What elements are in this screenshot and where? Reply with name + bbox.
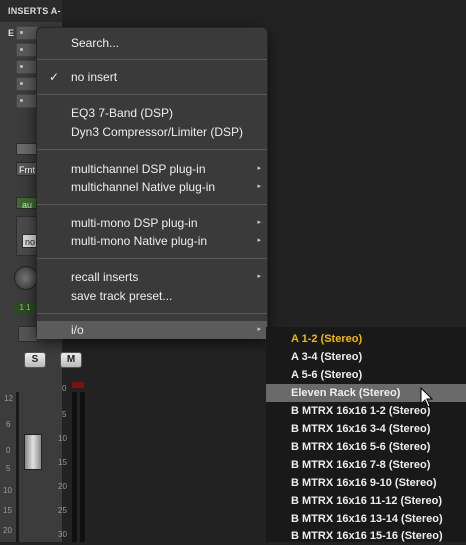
submenu-arrow-icon: ▸ <box>257 237 261 244</box>
automation-button[interactable]: au <box>16 197 38 210</box>
menu-item-label: multichannel DSP plug-in <box>71 162 206 176</box>
menu-separator <box>37 149 267 150</box>
submenu-arrow-icon: ▸ <box>257 273 261 280</box>
output-frnt-button[interactable]: Frnt <box>16 162 38 176</box>
submenu-arrow-icon: ▸ <box>257 326 261 333</box>
insert-slot-e[interactable] <box>16 94 38 108</box>
fader-scale-label: 5 <box>6 464 11 473</box>
fader-scale-label: 15 <box>3 506 12 515</box>
submenu-arrow-icon: ▸ <box>257 183 261 190</box>
menu-item-multichannel-dsp[interactable]: multichannel DSP plug-in ▸ <box>37 160 267 178</box>
menu-item-label: no insert <box>71 70 118 84</box>
insert-popup-menu: Search... ✓ no insert EQ3 7-Band (DSP) D… <box>36 27 268 339</box>
input-monitor-label: 1 1 <box>14 302 36 314</box>
io-item-b-mtrx-3-4[interactable]: B MTRX 16x16 3-4 (Stereo) <box>266 420 466 438</box>
menu-separator <box>37 258 267 259</box>
menu-item-multimono-native[interactable]: multi-mono Native plug-in ▸ <box>37 232 267 250</box>
menu-separator <box>37 313 267 314</box>
meter-scale-label: 0 <box>62 384 67 393</box>
io-item-b-mtrx-13-14[interactable]: B MTRX 16x16 13-14 (Stereo) <box>266 510 466 528</box>
fader-scale-label: 10 <box>3 486 12 495</box>
io-item-eleven-rack[interactable]: Eleven Rack (Stereo) <box>266 384 466 402</box>
menu-item-io[interactable]: i/o ▸ <box>37 321 267 339</box>
menu-item-label: i/o <box>71 323 84 337</box>
insert-slot-a[interactable] <box>16 26 38 40</box>
io-item-a-3-4[interactable]: A 3-4 (Stereo) <box>266 348 466 366</box>
menu-item-save-track-preset[interactable]: save track preset... <box>37 287 267 305</box>
menu-item-multichannel-native[interactable]: multichannel Native plug-in ▸ <box>37 178 267 196</box>
mute-button[interactable]: M <box>60 352 82 368</box>
fader-scale-label: 6 <box>6 420 11 429</box>
meter-scale-label: 25 <box>58 506 67 515</box>
menu-item-search[interactable]: Search... <box>37 34 267 52</box>
io-item-b-mtrx-1-2[interactable]: B MTRX 16x16 1-2 (Stereo) <box>266 402 466 420</box>
menu-item-label: multi-mono DSP plug-in <box>71 216 198 230</box>
level-meter-left <box>72 392 77 542</box>
menu-item-recall-inserts[interactable]: recall inserts ▸ <box>37 268 267 286</box>
io-item-a-5-6[interactable]: A 5-6 (Stereo) <box>266 366 466 384</box>
menu-item-dyn3[interactable]: Dyn3 Compressor/Limiter (DSP) <box>37 123 267 141</box>
meter-scale-label: 10 <box>58 434 67 443</box>
io-item-a-1-2[interactable]: A 1-2 (Stereo) <box>266 330 466 348</box>
volume-fader[interactable] <box>24 434 42 470</box>
solo-button[interactable]: S <box>24 352 46 368</box>
menu-item-label: multichannel Native plug-in <box>71 180 216 194</box>
meter-scale-label: 5 <box>62 410 67 419</box>
insert-slot-d[interactable] <box>16 77 38 91</box>
menu-separator <box>37 94 267 95</box>
meter-scale-label: 30 <box>58 530 67 539</box>
io-item-b-mtrx-5-6[interactable]: B MTRX 16x16 5-6 (Stereo) <box>266 438 466 456</box>
fader-track <box>16 392 19 542</box>
insert-slot-c[interactable] <box>16 60 38 74</box>
fader-scale-label: 12 <box>4 394 13 403</box>
send-slot[interactable] <box>16 143 38 155</box>
io-item-b-mtrx-11-12[interactable]: B MTRX 16x16 11-12 (Stereo) <box>266 492 466 510</box>
record-button[interactable] <box>18 326 38 342</box>
insert-slot-b[interactable] <box>16 43 38 57</box>
menu-item-no-insert[interactable]: ✓ no insert <box>37 68 267 86</box>
level-meter-right <box>80 392 85 542</box>
menu-separator <box>37 59 267 60</box>
fader-scale-label: 20 <box>3 526 12 535</box>
io-item-b-mtrx-15-16[interactable]: B MTRX 16x16 15-16 (Stereo) <box>266 527 466 545</box>
pan-knob-icon[interactable] <box>14 266 38 290</box>
mouse-pointer-icon <box>420 387 434 408</box>
meter-scale-label: 15 <box>58 458 67 467</box>
menu-item-multimono-dsp[interactable]: multi-mono DSP plug-in ▸ <box>37 214 267 232</box>
checkmark-icon: ✓ <box>49 70 60 84</box>
inserts-header: INSERTS A-E <box>0 0 62 38</box>
submenu-arrow-icon: ▸ <box>257 165 261 172</box>
submenu-arrow-icon: ▸ <box>257 219 261 226</box>
menu-item-label: multi-mono Native plug-in <box>71 234 208 248</box>
menu-item-label: recall inserts <box>71 270 139 284</box>
io-item-b-mtrx-7-8[interactable]: B MTRX 16x16 7-8 (Stereo) <box>266 456 466 474</box>
menu-item-eq3[interactable]: EQ3 7-Band (DSP) <box>37 104 267 122</box>
io-submenu: A 1-2 (Stereo) A 3-4 (Stereo) A 5-6 (Ste… <box>266 327 466 542</box>
menu-separator <box>37 204 267 205</box>
fader-scale-label: 0 <box>6 446 11 455</box>
io-item-b-mtrx-9-10[interactable]: B MTRX 16x16 9-10 (Stereo) <box>266 474 466 492</box>
meter-scale-label: 20 <box>58 482 67 491</box>
clip-indicator <box>72 382 84 388</box>
